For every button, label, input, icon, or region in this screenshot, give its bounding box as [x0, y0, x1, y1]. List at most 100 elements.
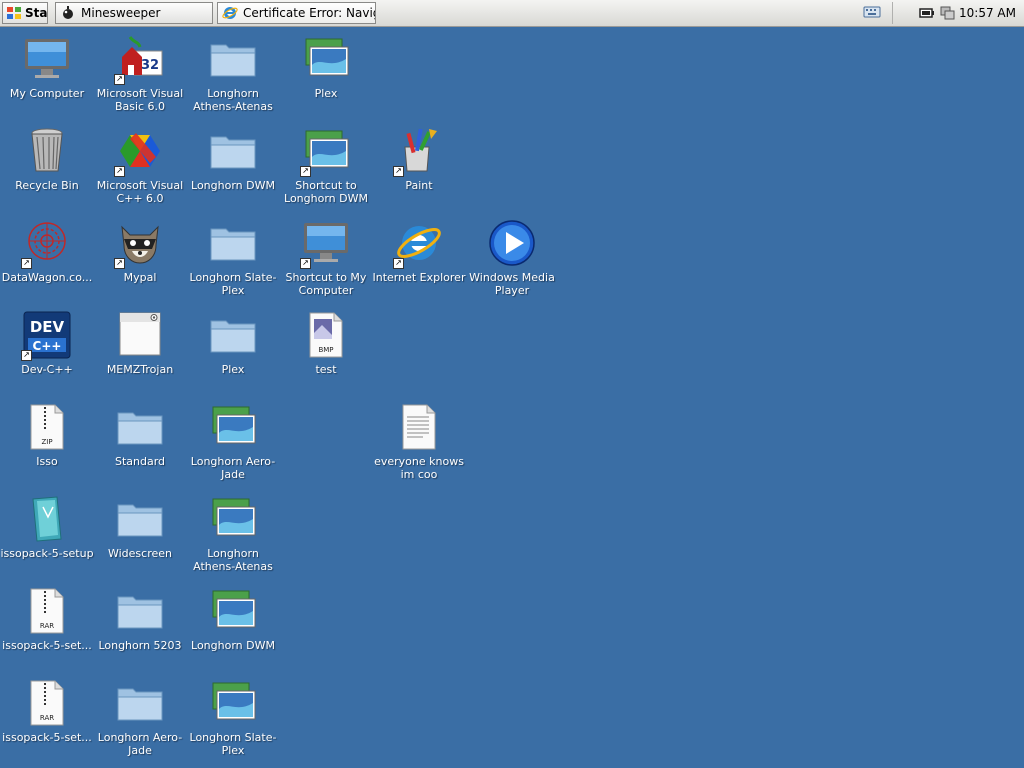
- folder-icon: [117, 596, 163, 629]
- desktop-icon-visual-cpp[interactable]: ↗ Microsoft Visual C++ 6.0: [93, 127, 187, 205]
- desktop-icon-everyone-knows-im-coo[interactable]: everyone knows im coo: [372, 403, 466, 481]
- shortcut-arrow-icon: ↗: [21, 258, 32, 269]
- icon-label: Shortcut to My Computer: [285, 271, 367, 297]
- desktop-icon-longhorn-slate-plex-theme[interactable]: Longhorn Slate-Plex: [186, 679, 280, 757]
- windows-logo-icon: [7, 7, 21, 19]
- desktop-icon-shortcut-my-computer[interactable]: ↗ Shortcut to My Computer: [279, 219, 373, 297]
- taskbar-item-label: Certificate Error: Naviga...: [243, 6, 375, 20]
- folder-icon: [210, 228, 256, 261]
- desktop-icon-widescreen-folder[interactable]: Widescreen: [93, 495, 187, 560]
- taskbar: Start Minesweeper Certificate Error: Nav…: [0, 0, 1024, 27]
- icon-label: Longhorn Aero-Jade: [190, 455, 276, 481]
- start-button[interactable]: Start: [2, 2, 48, 24]
- svg-text:C++: C++: [33, 339, 62, 353]
- desktop-icon-plex-folder[interactable]: Plex: [186, 311, 280, 376]
- desktop-icon-internet-explorer[interactable]: ↗ Internet Explorer: [372, 219, 466, 284]
- desktop-icon-mypal[interactable]: ↗ Mypal: [93, 219, 187, 284]
- icon-label: Shortcut to Longhorn DWM: [284, 179, 368, 205]
- icon-label: Microsoft Visual C++ 6.0: [96, 179, 184, 205]
- svg-text:ZIP: ZIP: [41, 438, 52, 446]
- desktop-icon-longhorn-slate-plex-folder[interactable]: Longhorn Slate-Plex: [186, 219, 280, 297]
- desktop-icon-shortcut-longhorn-dwm[interactable]: ↗ Shortcut to Longhorn DWM: [279, 127, 373, 205]
- shortcut-arrow-icon: ↗: [21, 350, 32, 361]
- folder-icon: [210, 136, 256, 169]
- desktop-icon-longhorn-5203-folder[interactable]: Longhorn 5203: [93, 587, 187, 652]
- folder-icon: [117, 412, 163, 445]
- theme-pictures-icon: [212, 406, 256, 444]
- desktop-icon-longhorn-aero-jade-folder[interactable]: Longhorn Aero-Jade: [93, 679, 187, 757]
- folder-icon: [117, 504, 163, 537]
- icon-label: Dev-C++: [21, 363, 73, 376]
- theme-pictures-icon: [212, 590, 256, 628]
- zip-file-icon: ZIP: [30, 404, 64, 450]
- theme-pictures-icon: [305, 38, 349, 76]
- desktop-icon-standard-folder[interactable]: Standard: [93, 403, 187, 468]
- icon-label: Internet Explorer: [372, 271, 466, 284]
- shortcut-arrow-icon: ↗: [114, 166, 125, 177]
- svg-text:32: 32: [141, 58, 159, 73]
- bmp-file-icon: BMP: [309, 312, 343, 358]
- icon-label: Longhorn 5203: [98, 639, 182, 652]
- rar-file-icon: RAR: [30, 588, 64, 634]
- icon-label: Longhorn Slate-Plex: [189, 271, 277, 297]
- icon-label: Longhorn Slate-Plex: [189, 731, 277, 757]
- shortcut-arrow-icon: ↗: [300, 258, 311, 269]
- system-tray: 10:57 AM: [863, 2, 1022, 24]
- battery-icon[interactable]: [919, 6, 935, 20]
- media-player-icon: [489, 220, 535, 266]
- icon-label: Mypal: [123, 271, 157, 284]
- desktop-icon-longhorn-athens-atenas-theme[interactable]: Longhorn Athens-Atenas: [186, 495, 280, 573]
- desktop-icon-datawagon[interactable]: ↗ DataWagon.co...: [0, 219, 94, 284]
- desktop-icon-dev-cpp[interactable]: DEV C++ ↗ Dev-C++: [0, 311, 94, 376]
- icon-label: Longhorn DWM: [191, 179, 275, 192]
- icon-label: Plex: [221, 363, 245, 376]
- desktop-icon-isso[interactable]: ZIP Isso: [0, 403, 94, 468]
- svg-text:RAR: RAR: [40, 622, 54, 630]
- icon-label: Microsoft Visual Basic 6.0: [96, 87, 184, 113]
- desktop-icon-longhorn-dwm-theme[interactable]: Longhorn DWM: [186, 587, 280, 652]
- shortcut-arrow-icon: ↗: [114, 74, 125, 85]
- network-icon[interactable]: [939, 6, 955, 20]
- desktop-icon-my-computer[interactable]: My Computer: [0, 35, 94, 100]
- icon-label: DataWagon.co...: [1, 271, 93, 284]
- desktop-icon-issopack-setup[interactable]: issopack-5-setup: [0, 495, 94, 560]
- keyboard-icon[interactable]: [863, 5, 881, 19]
- desktop-icon-test-bmp[interactable]: BMP test: [279, 311, 373, 376]
- svg-text:BMP: BMP: [318, 346, 333, 354]
- rar-file-icon: RAR: [30, 680, 64, 726]
- theme-pictures-icon: [212, 682, 256, 720]
- desktop-icon-issopack-rar-2[interactable]: RAR issopack-5-set...: [0, 679, 94, 744]
- clock[interactable]: 10:57 AM: [959, 6, 1016, 20]
- theme-pictures-icon: [212, 498, 256, 536]
- icon-label: issopack-5-set...: [2, 639, 92, 652]
- folder-icon: [117, 688, 163, 721]
- desktop-icon-longhorn-athens-atenas-folder[interactable]: Longhorn Athens-Atenas: [186, 35, 280, 113]
- icon-label: issopack-5-setup: [0, 547, 94, 560]
- app-window-icon: [119, 312, 161, 356]
- icon-label: Recycle Bin: [15, 179, 79, 192]
- computer-icon: [25, 39, 69, 78]
- desktop-icon-longhorn-aero-jade-theme[interactable]: Longhorn Aero-Jade: [186, 403, 280, 481]
- taskbar-item-minesweeper[interactable]: Minesweeper: [55, 2, 213, 24]
- icon-label: Longhorn DWM: [191, 639, 275, 652]
- desktop-icon-paint[interactable]: ↗ Paint: [372, 127, 466, 192]
- desktop-icon-memztrojan[interactable]: MEMZTrojan: [93, 311, 187, 376]
- taskbar-item-certificate-error[interactable]: Certificate Error: Naviga...: [217, 2, 376, 24]
- icon-label: Longhorn Athens-Atenas: [193, 87, 273, 113]
- shortcut-arrow-icon: ↗: [114, 258, 125, 269]
- icon-label: MEMZTrojan: [106, 363, 174, 376]
- icon-label: Standard: [114, 455, 166, 468]
- desktop-icon-longhorn-dwm-folder[interactable]: Longhorn DWM: [186, 127, 280, 192]
- folder-icon: [210, 44, 256, 77]
- icon-label: Longhorn Athens-Atenas: [193, 547, 273, 573]
- desktop-icon-issopack-rar-1[interactable]: RAR issopack-5-set...: [0, 587, 94, 652]
- desktop-icon-plex-theme[interactable]: Plex: [279, 35, 373, 100]
- start-label: Start: [25, 6, 48, 20]
- desktop-icon-windows-media-player[interactable]: Windows Media Player: [465, 219, 559, 297]
- icon-label: Paint: [405, 179, 433, 192]
- desktop-icon-recycle-bin[interactable]: Recycle Bin: [0, 127, 94, 192]
- desktop-icon-visual-basic[interactable]: 32 ↗ Microsoft Visual Basic 6.0: [93, 35, 187, 113]
- internet-explorer-icon: [222, 7, 238, 19]
- icon-label: issopack-5-set...: [2, 731, 92, 744]
- icon-label: Windows Media Player: [469, 271, 555, 297]
